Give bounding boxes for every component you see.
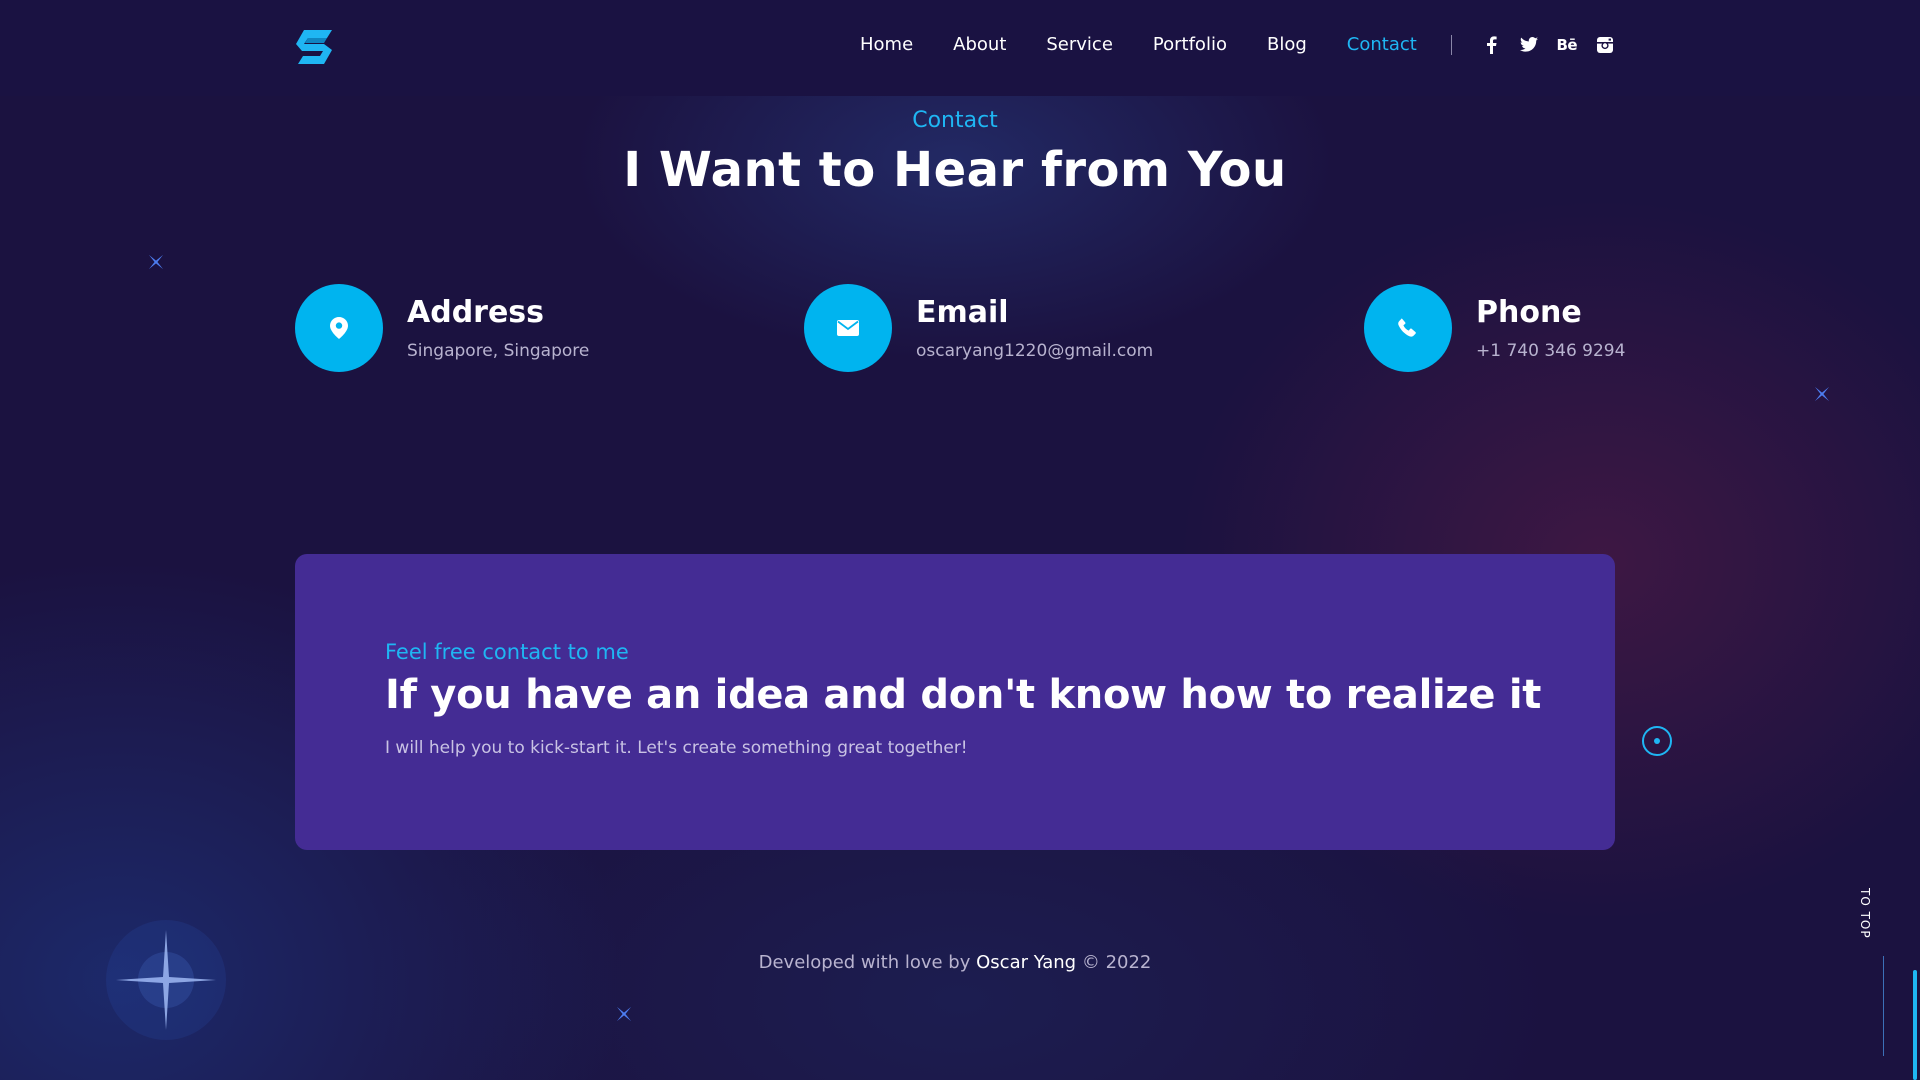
address-text: Address Singapore, Singapore: [407, 296, 589, 361]
nav-item-blog[interactable]: Blog: [1267, 34, 1307, 55]
nav-item-home[interactable]: Home: [860, 34, 913, 55]
cta-title: If you have an idea and don't know how t…: [385, 672, 1542, 718]
cta-banner: Feel free contact to me If you have an i…: [295, 554, 1615, 850]
footer-copyright: © 2022: [1081, 952, 1152, 973]
location-pin-icon: [330, 317, 348, 339]
phone-icon: [1398, 318, 1416, 337]
nav-item-about[interactable]: About: [953, 34, 1006, 55]
sparkle-icon: [616, 1006, 632, 1022]
address-title: Address: [407, 294, 545, 330]
cta-eyebrow: Feel free contact to me: [385, 640, 629, 664]
contact-card-phone: Phone +1 740 346 9294: [1364, 284, 1625, 372]
page: Home About Service Portfolio Blog Contac…: [0, 0, 1920, 1080]
scroll-progress-bar: [1913, 970, 1917, 1080]
address-value: Singapore, Singapore: [407, 340, 590, 361]
nav-menu: Home About Service Portfolio Blog Contac…: [860, 34, 1614, 55]
nav-item-contact[interactable]: Contact: [1347, 34, 1417, 55]
nav-item-service[interactable]: Service: [1046, 34, 1113, 55]
email-icon-circle: [804, 284, 892, 372]
navbar: Home About Service Portfolio Blog Contac…: [0, 0, 1920, 96]
phone-title: Phone: [1476, 294, 1582, 330]
facebook-icon[interactable]: [1482, 35, 1500, 54]
sparkle-icon: [1814, 386, 1830, 402]
glow-sparkle-icon: [106, 920, 226, 1040]
twitter-icon[interactable]: [1519, 36, 1538, 54]
footer: Developed with love by Oscar Yang © 2022: [0, 952, 1910, 973]
behance-icon[interactable]: Bē: [1556, 35, 1578, 54]
email-value[interactable]: oscaryang1220@gmail.com: [916, 341, 1153, 361]
phone-icon-circle: [1364, 284, 1452, 372]
logo-icon[interactable]: [294, 28, 336, 66]
mail-icon: [837, 320, 859, 336]
email-text: Email oscaryang1220@gmail.com: [916, 296, 1153, 361]
address-icon-circle: [295, 284, 383, 372]
contact-card-email: Email oscaryang1220@gmail.com: [804, 284, 1153, 372]
phone-text: Phone +1 740 346 9294: [1476, 296, 1625, 361]
cta-subtitle: I will help you to kick-start it. Let's …: [385, 738, 968, 758]
phone-value[interactable]: +1 740 346 9294: [1476, 341, 1625, 361]
cursor-dot: [1654, 738, 1660, 744]
instagram-icon[interactable]: [1596, 36, 1614, 54]
sparkle-icon: [148, 254, 164, 270]
footer-prefix: Developed with love by: [758, 952, 971, 973]
section-eyebrow: Contact: [912, 108, 998, 133]
email-title: Email: [916, 294, 1009, 330]
to-top-button[interactable]: TO TOP: [1858, 888, 1872, 939]
nav-divider: [1450, 34, 1452, 55]
nav-item-portfolio[interactable]: Portfolio: [1153, 34, 1227, 55]
behance-icon-label: Bē: [1556, 35, 1578, 54]
contact-card-address: Address Singapore, Singapore: [295, 284, 589, 372]
footer-author[interactable]: Oscar Yang: [976, 952, 1076, 973]
social-links: Bē: [1482, 36, 1614, 54]
to-top-line: [1883, 956, 1884, 1056]
section-title: I Want to Hear from You: [623, 142, 1287, 198]
